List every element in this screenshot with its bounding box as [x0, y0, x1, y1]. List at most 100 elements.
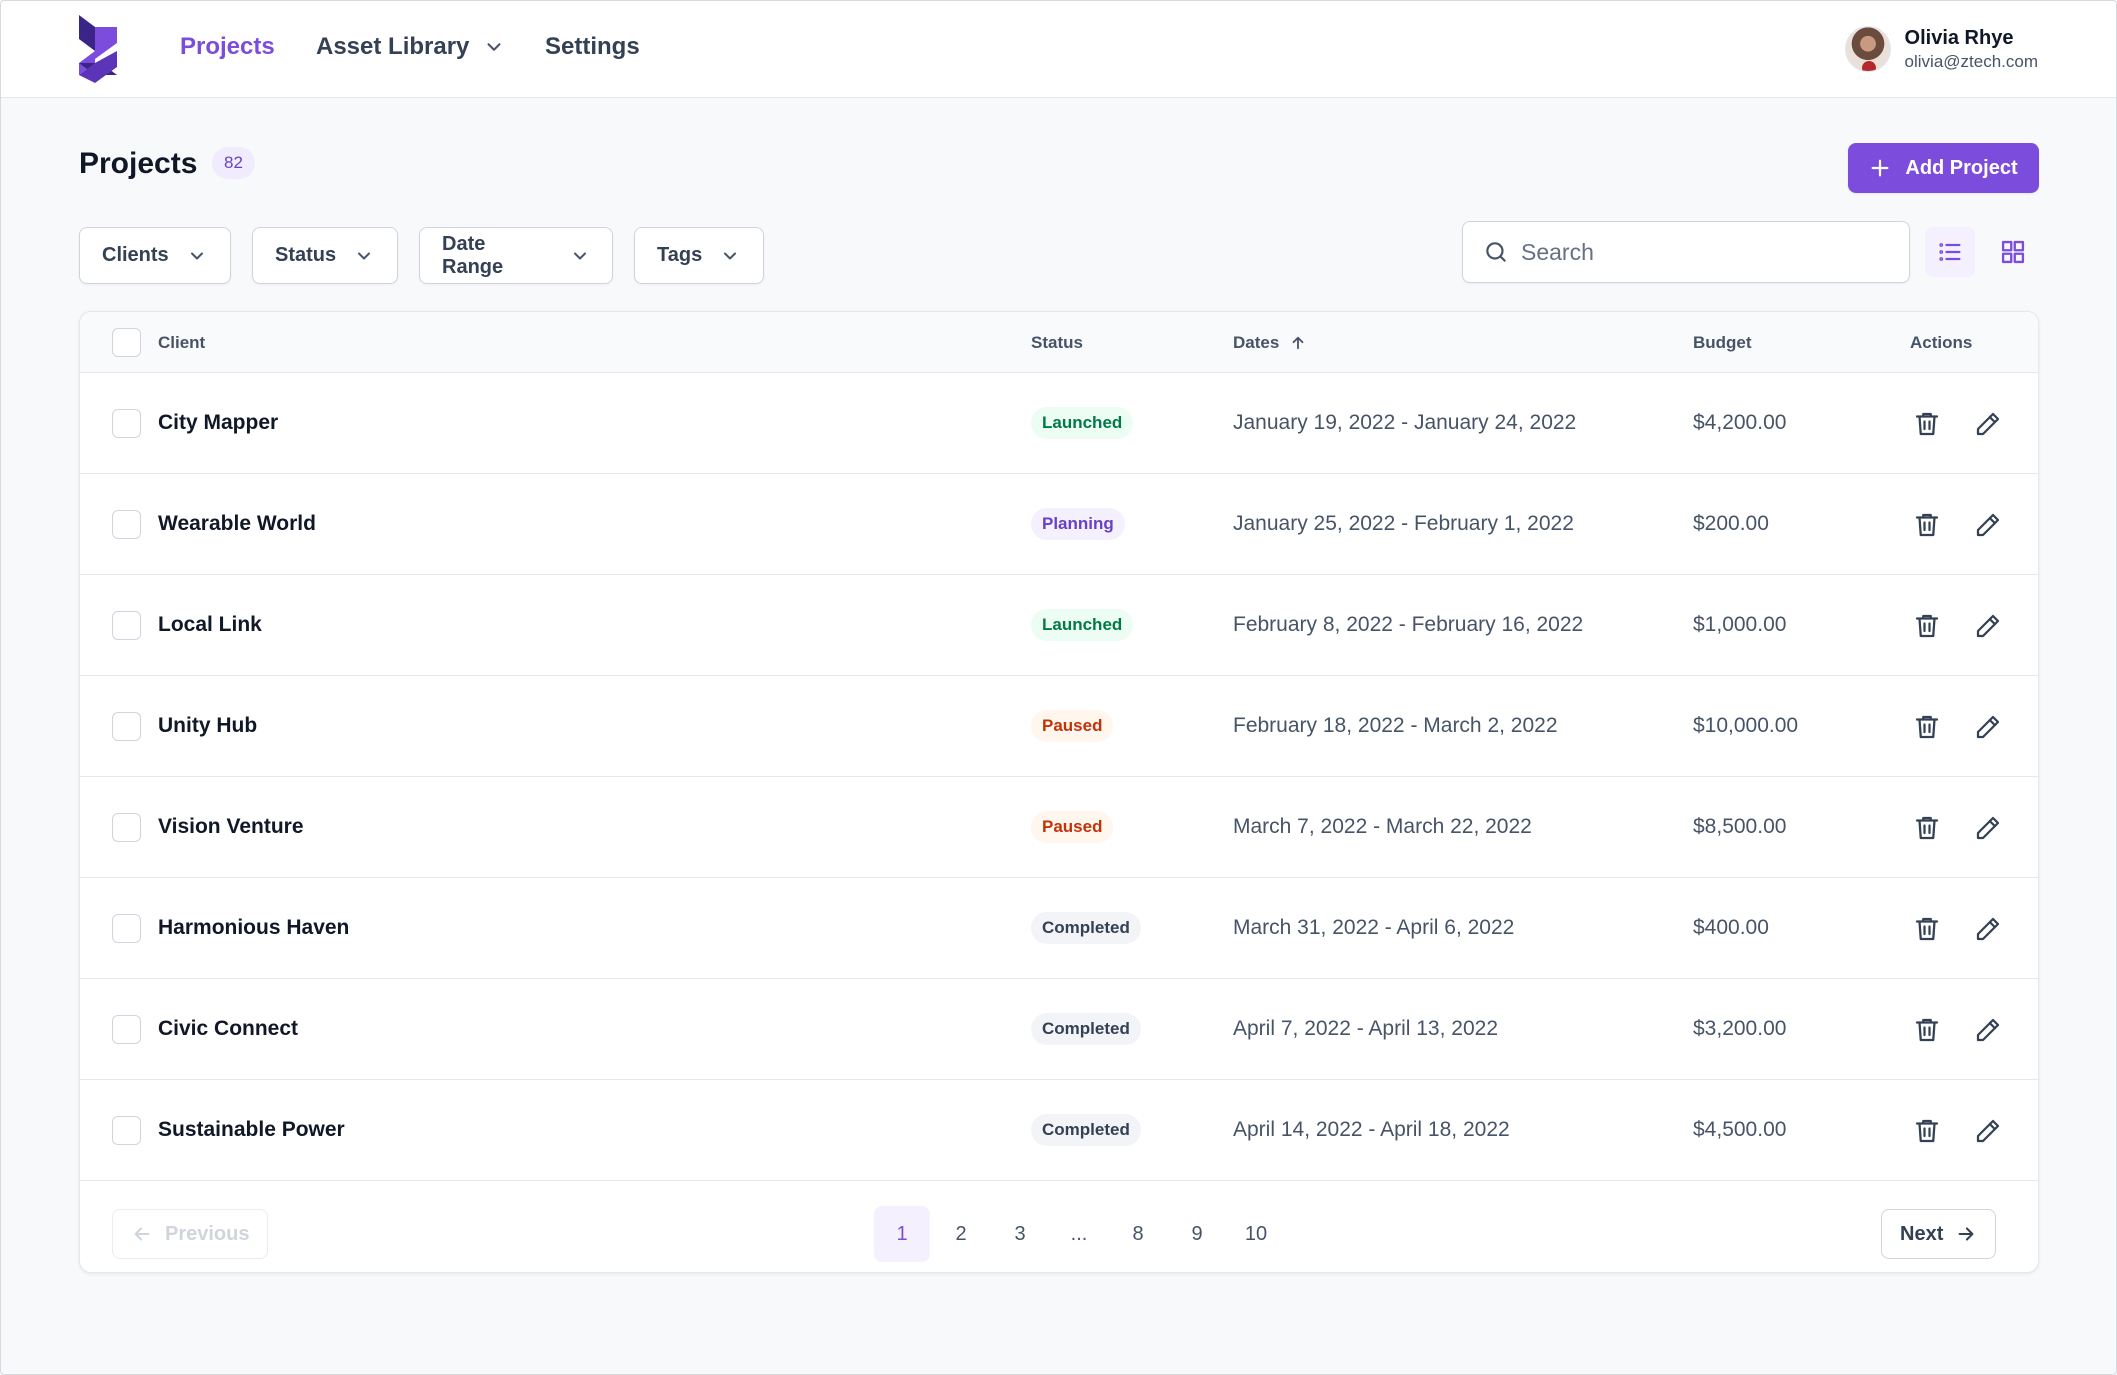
logo-icon[interactable] — [75, 15, 121, 85]
delete-button[interactable] — [1912, 712, 1942, 742]
grid-view-button[interactable] — [1988, 227, 2038, 277]
table-row: Civic Connect Completed April 7, 2022 - Ap… — [80, 979, 2038, 1080]
client-name: Wearable World — [158, 512, 316, 535]
filter-clients-label: Clients — [102, 244, 169, 266]
row-checkbox[interactable] — [112, 409, 141, 438]
page-number-button[interactable]: 10 — [1228, 1206, 1284, 1262]
list-view-button[interactable] — [1925, 227, 1975, 277]
table-row: Sustainable Power Completed April 14, 2022… — [80, 1080, 2038, 1181]
grid-view-icon — [2001, 240, 2025, 264]
column-header-dates[interactable]: Dates — [1233, 312, 1307, 373]
column-header-client[interactable]: Client — [158, 312, 205, 373]
budget: $8,500.00 — [1693, 815, 1787, 838]
budget: $4,500.00 — [1693, 1118, 1787, 1141]
edit-button[interactable] — [1973, 1116, 2003, 1146]
client-name: City Mapper — [158, 411, 279, 434]
row-checkbox[interactable] — [112, 510, 141, 539]
date-range: April 7, 2022 - April 13, 2022 — [1233, 1017, 1499, 1040]
table-header: Client Status Dates Budget Actions — [80, 312, 2038, 373]
chevron-down-icon — [190, 252, 203, 259]
row-checkbox[interactable] — [112, 1015, 141, 1044]
status-badge: Launched — [1031, 609, 1134, 641]
budget: $400.00 — [1693, 916, 1769, 939]
date-range: April 14, 2022 - April 18, 2022 — [1233, 1118, 1510, 1141]
arrow-left-icon — [134, 1227, 150, 1241]
row-checkbox[interactable] — [112, 611, 141, 640]
edit-button[interactable] — [1973, 1015, 2003, 1045]
nav-projects[interactable]: Projects — [180, 33, 275, 61]
trash-icon — [1912, 412, 1942, 443]
edit-button[interactable] — [1973, 409, 2003, 439]
client-name: Unity Hub — [158, 714, 258, 737]
delete-button[interactable] — [1912, 813, 1942, 843]
nav-asset-library[interactable]: Asset Library — [316, 33, 505, 61]
row-checkbox[interactable] — [112, 712, 141, 741]
row-checkbox[interactable] — [112, 914, 141, 943]
chevron-down-icon — [487, 43, 501, 51]
previous-page-button[interactable]: Previous — [112, 1209, 269, 1259]
delete-button[interactable] — [1912, 1116, 1942, 1146]
delete-button[interactable] — [1912, 914, 1942, 944]
page-number-button[interactable]: 8 — [1110, 1206, 1166, 1262]
status-badge: Planning — [1031, 508, 1125, 540]
column-header-budget[interactable]: Budget — [1693, 312, 1752, 373]
edit-button[interactable] — [1973, 914, 2003, 944]
edit-button[interactable] — [1973, 611, 2003, 641]
column-header-status[interactable]: Status — [1031, 312, 1083, 373]
client-name: Sustainable Power — [158, 1118, 345, 1141]
search-input[interactable] — [1521, 238, 1889, 266]
page-number-button[interactable]: 1 — [874, 1206, 930, 1262]
status-badge: Paused — [1031, 811, 1114, 843]
date-range: March 31, 2022 - April 6, 2022 — [1233, 916, 1515, 939]
row-checkbox[interactable] — [112, 813, 141, 842]
search-box[interactable] — [1462, 221, 1910, 283]
search-icon — [1486, 242, 1506, 262]
edit-icon — [1973, 1119, 2003, 1150]
date-range: January 25, 2022 - February 1, 2022 — [1233, 512, 1574, 535]
page-number-button[interactable]: 9 — [1169, 1206, 1225, 1262]
filter-date-range[interactable]: Date Range — [419, 227, 613, 284]
delete-button[interactable] — [1912, 510, 1942, 540]
client-name: Vision Venture — [158, 815, 304, 838]
budget: $1,000.00 — [1693, 613, 1787, 636]
chevron-down-icon — [574, 252, 586, 259]
column-header-budget-label: Budget — [1693, 332, 1752, 352]
page-title: Projects — [79, 147, 198, 180]
edit-icon — [1973, 816, 2003, 847]
page-number-button[interactable]: 3 — [992, 1206, 1048, 1262]
user-menu[interactable]: Olivia Rhye olivia@ztech.com — [1844, 25, 2038, 73]
filter-clients[interactable]: Clients — [79, 227, 231, 284]
table-row: Unity Hub Paused February 18, 2022 - March… — [80, 676, 2038, 777]
table-row: Vision Venture Paused March 7, 2022 - Marc… — [80, 777, 2038, 878]
delete-button[interactable] — [1912, 611, 1942, 641]
table-row: City Mapper Launched January 19, 2022 - Ja… — [80, 373, 2038, 474]
column-header-actions: Actions — [1910, 312, 1972, 373]
edit-button[interactable] — [1973, 813, 2003, 843]
row-checkbox[interactable] — [112, 1116, 141, 1145]
column-header-actions-label: Actions — [1910, 332, 1973, 352]
avatar[interactable] — [1844, 26, 1891, 72]
delete-button[interactable] — [1912, 409, 1942, 439]
filter-tags[interactable]: Tags — [634, 227, 764, 284]
next-page-label: Next — [1900, 1222, 1944, 1245]
next-page-button[interactable]: Next — [1881, 1209, 1997, 1259]
delete-button[interactable] — [1912, 1015, 1942, 1045]
edit-button[interactable] — [1973, 510, 2003, 540]
filter-date-range-label: Date Range — [442, 232, 504, 278]
nav-settings[interactable]: Settings — [545, 33, 640, 61]
select-all-checkbox[interactable] — [112, 328, 141, 357]
filter-status-label: Status — [275, 244, 337, 266]
project-count-badge: 82 — [212, 147, 255, 179]
edit-icon — [1973, 513, 2003, 544]
trash-icon — [1912, 816, 1942, 847]
column-header-dates-label: Dates — [1233, 332, 1280, 352]
table-row: Harmonious Haven Completed March 31, 2022 … — [80, 878, 2038, 979]
status-badge: Completed — [1031, 1114, 1141, 1146]
add-project-button[interactable]: Add Project — [1848, 143, 2039, 193]
date-range: January 19, 2022 - January 24, 2022 — [1233, 411, 1577, 434]
status-badge: Launched — [1031, 407, 1134, 439]
page-number-button[interactable]: 2 — [933, 1206, 989, 1262]
edit-button[interactable] — [1973, 712, 2003, 742]
client-name: Harmonious Haven — [158, 916, 350, 939]
filter-status[interactable]: Status — [252, 227, 398, 284]
